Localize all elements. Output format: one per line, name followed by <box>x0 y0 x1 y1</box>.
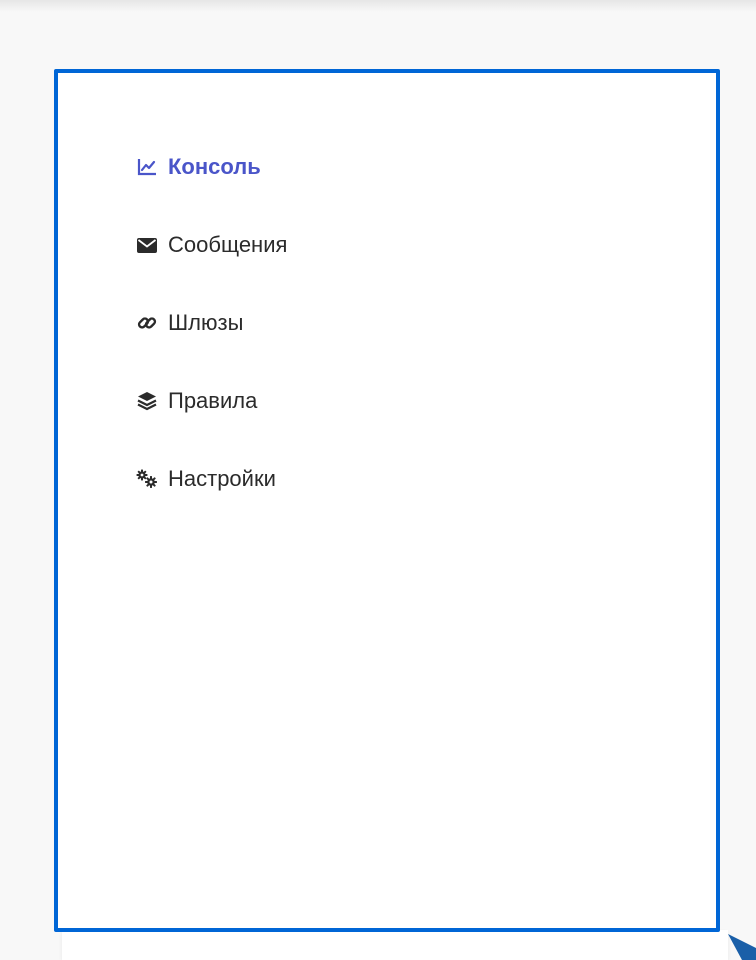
sidebar-nav-list: Консоль Сообщения Шлюзы Правила Настройк… <box>136 148 287 538</box>
sidebar-item-label: Шлюзы <box>168 310 244 335</box>
sidebar-item-label: Сообщения <box>168 232 288 257</box>
sidebar-item-console[interactable]: Консоль <box>136 148 287 186</box>
top-divider <box>0 0 756 12</box>
resize-arrow-icon <box>728 934 756 960</box>
link-icon <box>136 312 158 334</box>
envelope-icon <box>136 234 158 256</box>
chart-line-icon <box>136 156 158 178</box>
sidebar-item-messages[interactable]: Сообщения <box>136 226 287 264</box>
cogs-icon <box>136 468 158 490</box>
sidebar-item-label: Настройки <box>168 466 276 491</box>
layers-icon <box>136 390 158 412</box>
sidebar-nav-panel: Консоль Сообщения Шлюзы Правила Настройк… <box>54 69 720 932</box>
panel-bottom-edge <box>62 930 728 960</box>
sidebar-item-gateways[interactable]: Шлюзы <box>136 304 287 342</box>
sidebar-item-rules[interactable]: Правила <box>136 382 287 420</box>
sidebar-item-label: Правила <box>168 388 258 413</box>
sidebar-item-label: Консоль <box>168 154 261 179</box>
sidebar-item-settings[interactable]: Настройки <box>136 460 287 498</box>
